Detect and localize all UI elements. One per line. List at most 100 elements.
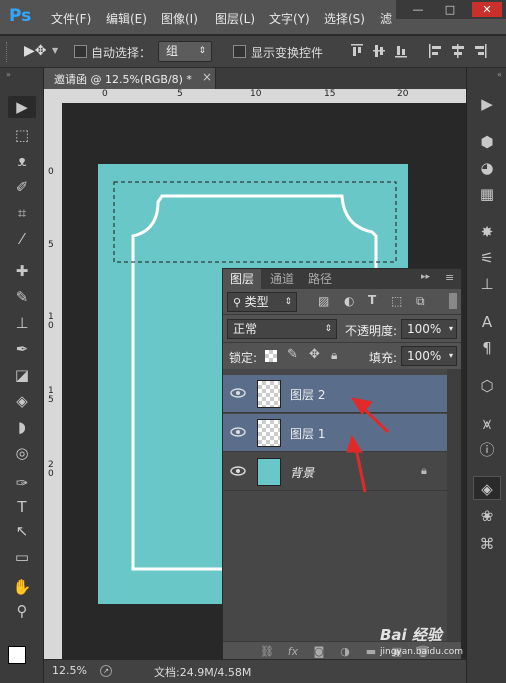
brush-tool-icon[interactable]: ✎: [8, 286, 36, 308]
chevron-down-icon[interactable]: ▼: [52, 46, 58, 55]
paths-icon[interactable]: ⌘: [473, 532, 501, 556]
filter-adjustment-icon[interactable]: ◐: [344, 294, 354, 308]
blend-mode-dropdown[interactable]: 正常 ⇕: [227, 319, 337, 339]
maximize-button[interactable]: □: [438, 2, 462, 17]
close-button[interactable]: ✕: [472, 2, 502, 17]
opacity-input[interactable]: 100% ▾: [401, 319, 457, 339]
swatches-icon[interactable]: ▦: [473, 182, 501, 206]
palette-icon[interactable]: ◕: [473, 156, 501, 180]
eye-icon[interactable]: [229, 385, 247, 401]
align-top-icon[interactable]: [350, 43, 364, 59]
pen-tool-icon[interactable]: ✑: [8, 472, 36, 494]
eyedropper-icon[interactable]: ⁄: [8, 228, 36, 250]
menu-file[interactable]: 文件(F): [51, 10, 91, 27]
menu-type[interactable]: 文字(Y): [269, 10, 310, 27]
clone-source-icon[interactable]: ⊥: [473, 272, 501, 296]
layer-name[interactable]: 图层 1: [290, 425, 325, 442]
lock-all-icon[interactable]: 🔒︎: [331, 348, 337, 363]
character-icon[interactable]: A: [473, 310, 501, 334]
filter-type-icon[interactable]: T: [368, 293, 376, 307]
move-tool-icon[interactable]: ▶: [8, 96, 36, 118]
tab-channels[interactable]: 通道: [263, 269, 301, 289]
adjustment-layer-icon[interactable]: ◑: [337, 645, 353, 659]
paint-bucket-icon[interactable]: ◈: [8, 390, 36, 412]
show-transform-checkbox[interactable]: [233, 45, 246, 58]
blur-tool-icon[interactable]: ◗: [8, 416, 36, 438]
layer-row[interactable]: 图层 2: [223, 375, 447, 413]
align-right-icon[interactable]: [474, 43, 488, 59]
menu-edit[interactable]: 编辑(E): [106, 10, 147, 27]
dodge-tool-icon[interactable]: ◎: [8, 442, 36, 464]
new-group-icon[interactable]: ▬: [363, 645, 379, 659]
zoom-level[interactable]: 12.5%: [52, 664, 87, 677]
lock-transparent-icon[interactable]: [265, 350, 277, 362]
filter-pixel-icon[interactable]: ▨: [318, 294, 329, 308]
path-select-icon[interactable]: ↖: [8, 520, 36, 542]
foreground-color[interactable]: [8, 646, 26, 664]
quick-select-icon[interactable]: ✐: [8, 176, 36, 198]
share-icon[interactable]: ↗: [100, 665, 112, 677]
play-icon[interactable]: ▶: [473, 92, 501, 116]
stamp-tool-icon[interactable]: ⊥: [8, 312, 36, 334]
tab-paths[interactable]: 路径: [301, 269, 339, 289]
filter-shape-icon[interactable]: ⬚: [391, 294, 402, 308]
lasso-tool-icon[interactable]: ᴥ: [8, 150, 36, 172]
lock-paint-icon[interactable]: ✎: [287, 347, 298, 362]
histogram-icon[interactable]: ⩙: [473, 412, 501, 436]
layer-row[interactable]: 背景 🔒︎: [223, 453, 447, 491]
type-tool-icon[interactable]: T: [8, 496, 36, 518]
filter-smart-icon[interactable]: ⧉: [416, 294, 425, 309]
menu-image[interactable]: 图像(I): [161, 10, 198, 27]
hand-tool-icon[interactable]: ✋: [8, 576, 36, 598]
opacity-value: 100%: [407, 322, 442, 336]
layers-list: 图层 2 图层 1 背景 🔒︎: [223, 369, 461, 641]
collapse-icon[interactable]: «: [497, 70, 502, 79]
link-layers-icon[interactable]: ⛓: [259, 645, 275, 659]
history-brush-icon[interactable]: ✒: [8, 338, 36, 360]
menu-layer[interactable]: 图层(L): [215, 10, 255, 27]
healing-brush-icon[interactable]: ✚: [8, 260, 36, 282]
eraser-tool-icon[interactable]: ◪: [8, 364, 36, 386]
info-icon[interactable]: ⓘ: [473, 438, 501, 462]
lock-move-icon[interactable]: ✥: [309, 347, 320, 362]
collapse-icon[interactable]: »: [6, 70, 11, 79]
auto-select-dropdown[interactable]: 组 ⇕: [158, 41, 212, 62]
fill-input[interactable]: 100% ▾: [401, 346, 457, 366]
eye-icon[interactable]: [229, 463, 247, 479]
filter-toggle[interactable]: [449, 293, 457, 309]
layers-icon[interactable]: ◈: [473, 476, 501, 500]
scrollbar[interactable]: [447, 369, 461, 641]
crop-tool-icon[interactable]: ⌗: [8, 202, 36, 224]
filter-kind-dropdown[interactable]: ⚲ 类型 ⇕: [227, 292, 297, 312]
panel-collapse-icon[interactable]: ▸▸: [421, 272, 430, 282]
auto-select-checkbox[interactable]: [74, 45, 87, 58]
auto-select-value: 组: [166, 44, 179, 58]
channels-icon[interactable]: ❀: [473, 504, 501, 528]
layer-name[interactable]: 背景: [290, 464, 314, 481]
add-mask-icon[interactable]: ◙: [311, 645, 327, 659]
align-hcenter-icon[interactable]: [451, 43, 465, 59]
minimize-button[interactable]: —: [406, 2, 430, 17]
move-tool-icon[interactable]: ▶✥: [24, 43, 47, 59]
paragraph-icon[interactable]: ¶: [473, 336, 501, 360]
layer-style-icon[interactable]: fx: [285, 645, 301, 659]
layer-row[interactable]: 图层 1: [223, 414, 447, 452]
menu-select[interactable]: 选择(S): [324, 10, 365, 27]
adjust-icon[interactable]: ⚟: [473, 246, 501, 270]
eye-icon[interactable]: [229, 424, 247, 440]
tab-close-icon[interactable]: ×: [202, 70, 212, 84]
menu-filter[interactable]: 滤: [380, 10, 392, 27]
align-bottom-icon[interactable]: [394, 43, 408, 59]
zoom-tool-icon[interactable]: ⚲: [8, 600, 36, 622]
rectangle-tool-icon[interactable]: ▭: [8, 546, 36, 568]
cube-icon[interactable]: ⬡: [473, 374, 501, 398]
panel-menu-icon[interactable]: ≡: [445, 271, 454, 284]
align-left-icon[interactable]: [428, 43, 442, 59]
align-vcenter-icon[interactable]: [372, 43, 386, 59]
brush-presets-icon[interactable]: ✸: [473, 220, 501, 244]
layer-name[interactable]: 图层 2: [290, 386, 325, 403]
marquee-tool-icon[interactable]: ⬚: [8, 124, 36, 146]
3d-icon[interactable]: ⬢: [473, 130, 501, 154]
document-tab[interactable]: 邀请函 @ 12.5%(RGB/8) * ×: [44, 68, 216, 89]
tab-layers[interactable]: 图层: [223, 269, 262, 289]
